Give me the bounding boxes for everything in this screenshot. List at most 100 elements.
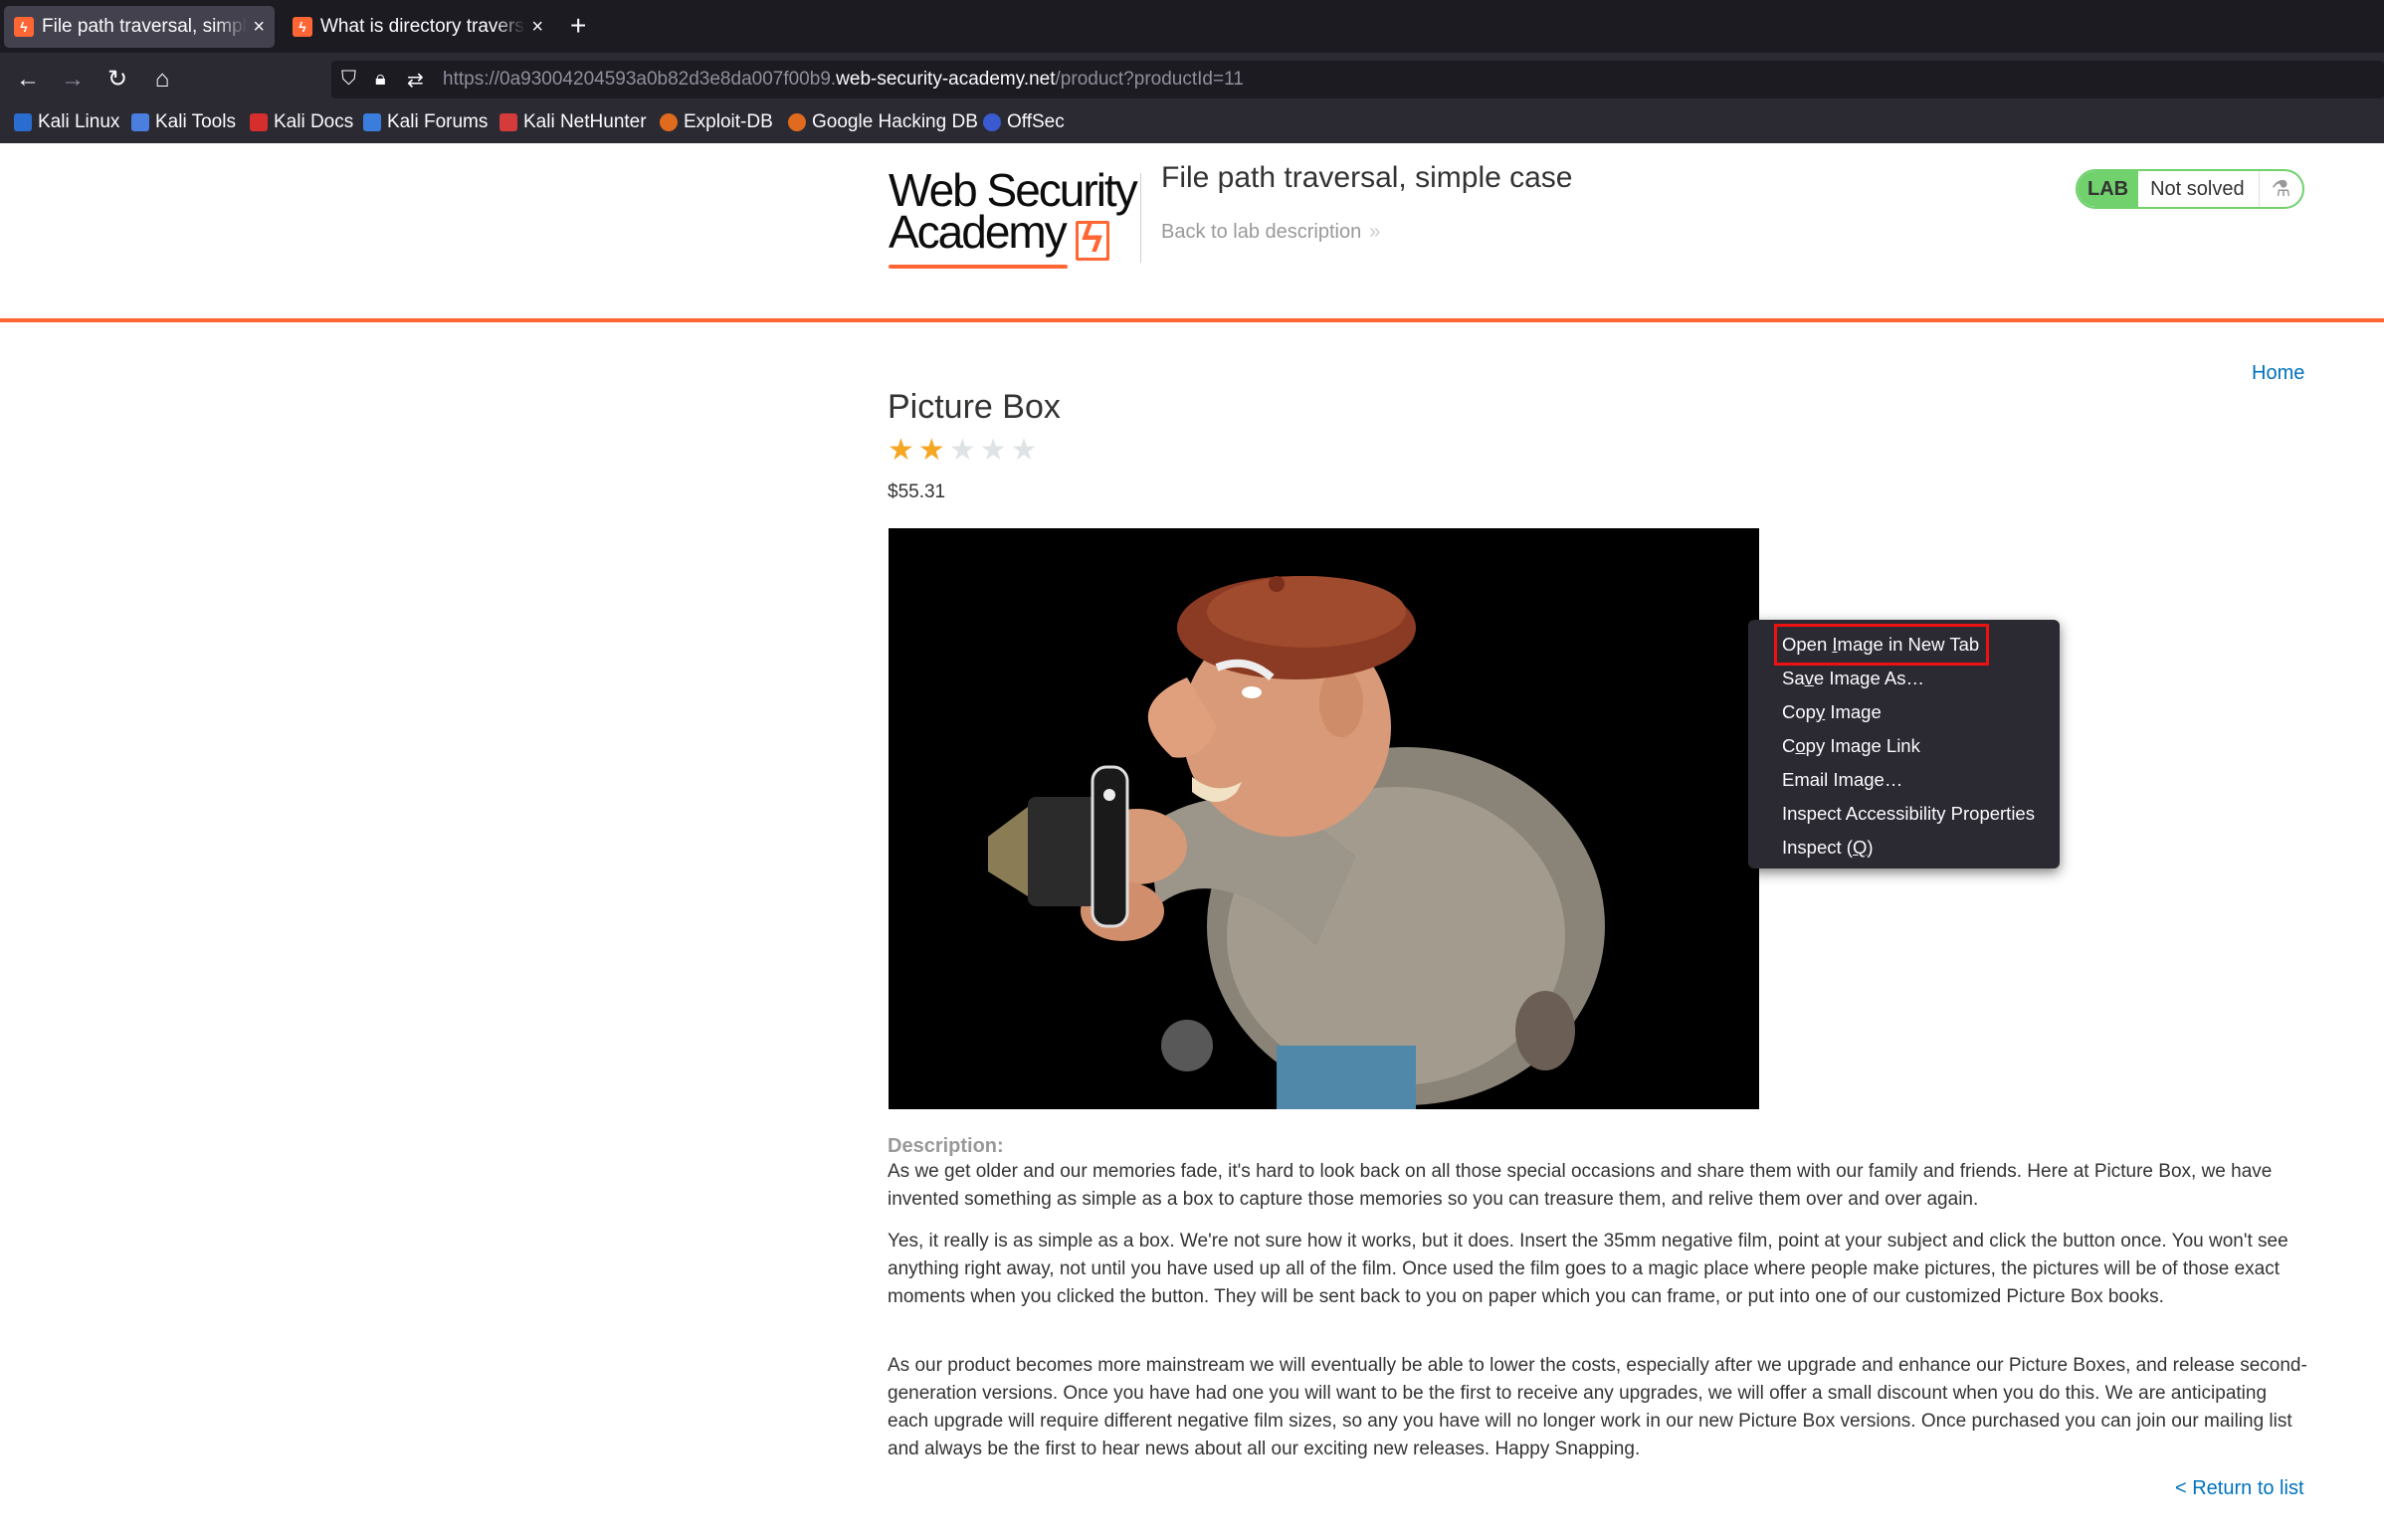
bookmark-exploit-db[interactable]: Exploit-DB [660, 111, 773, 133]
menu-item-text: Image [1825, 701, 1882, 722]
bookmark-label: Exploit-DB [684, 111, 773, 132]
offsec-icon [983, 113, 1001, 131]
menu-item-accesskey: Q [1852, 837, 1868, 858]
browser-nav-bar: ← → ↻ ⌂ ⛉ 🔒︎ ⇄ https://0a93004204593a0b8… [0, 53, 2384, 105]
url-path: /product?productId=11 [1055, 69, 1244, 90]
star-filled-icon: ★ [888, 434, 914, 467]
shield-icon[interactable]: ⛉ [341, 68, 356, 91]
close-tab-icon[interactable]: × [253, 16, 265, 39]
return-to-list-link[interactable]: < Return to list [2175, 1477, 2304, 1500]
nethunter-icon [499, 113, 517, 131]
bookmark-kali-linux[interactable]: Kali Linux [14, 111, 119, 133]
image-context-menu: Open Image in New Tab Save Image As… Copy … [1748, 620, 2060, 868]
menu-item-text: e Image As… [1813, 668, 1924, 688]
ghdb-icon [788, 113, 806, 131]
bookmark-label: OffSec [1007, 111, 1065, 132]
kali-tools-icon [131, 113, 149, 131]
logo-swoosh [889, 265, 1068, 269]
tab-title: What is directory traversal? [320, 16, 525, 37]
close-tab-icon[interactable]: × [531, 16, 543, 39]
menu-item-text: Inspect ( [1782, 837, 1853, 858]
menu-item-text: py Image Link [1805, 735, 1920, 756]
star-rating: ★ ★ ★ ★ ★ [888, 436, 1038, 466]
context-menu-item[interactable]: Copy Image Link [1748, 729, 2060, 763]
context-menu-item[interactable]: Inspect Accessibility Properties [1748, 797, 2060, 831]
back-arrow-icon[interactable]: ← [11, 63, 45, 96]
kali-forums-icon [363, 113, 381, 131]
bookmark-google-hacking-db[interactable]: Google Hacking DB [788, 111, 978, 133]
product-title: Picture Box [888, 388, 1061, 426]
forward-arrow-icon[interactable]: → [56, 63, 90, 96]
lab-badge: LAB [2078, 171, 2139, 207]
bookmark-kali-forums[interactable]: Kali Forums [363, 111, 488, 133]
description-paragraph: As we get older and our memories fade, i… [888, 1161, 2273, 1210]
description-paragraph: Yes, it really is as simple as a box. We… [888, 1231, 2288, 1307]
menu-item-accesskey: y [1815, 701, 1826, 722]
bookmark-kali-tools[interactable]: Kali Tools [131, 111, 236, 133]
menu-item-text: C [1782, 735, 1796, 756]
exploit-db-icon [660, 113, 678, 131]
bookmark-label: Kali NetHunter [523, 111, 647, 132]
browser-tab-bar: ϟ File path traversal, simple case × ϟ W… [0, 0, 2384, 53]
lock-icon[interactable]: 🔒︎ [375, 68, 386, 91]
tab-title: File path traversal, simple case [42, 16, 247, 37]
lab-status-text: Not solved [2150, 178, 2245, 200]
home-link[interactable]: Home [2252, 362, 2304, 385]
photographer-figurine-image [889, 528, 1759, 1109]
permissions-icon[interactable]: ⇄ [407, 68, 424, 93]
context-menu-item[interactable]: Copy Image [1748, 695, 2060, 729]
menu-item-accesskey: v [1804, 668, 1814, 688]
bookmark-kali-nethunter[interactable]: Kali NetHunter [499, 111, 647, 133]
bookmark-label: Kali Forums [387, 111, 489, 132]
double-chevron-right-icon: » [1369, 221, 1381, 243]
product-price: $55.31 [888, 481, 946, 502]
menu-item-accesskey: o [1795, 735, 1806, 756]
url-prefix: https://0a93004204593a0b82d3e8da007f00b9… [443, 69, 837, 90]
tab-file-path-traversal[interactable]: ϟ File path traversal, simple case × [4, 6, 275, 48]
new-tab-button[interactable]: + [570, 12, 586, 40]
star-empty-icon: ★ [1010, 434, 1038, 467]
bookmark-label: Kali Docs [274, 111, 354, 132]
context-menu-item[interactable]: Inspect (Q) [1748, 831, 2060, 865]
url-host: web-security-academy.net [836, 69, 1056, 90]
context-menu-item[interactable]: Save Image As… [1748, 662, 2060, 695]
back-link-label: Back to lab description [1161, 221, 1362, 243]
reload-icon[interactable]: ↻ [100, 63, 134, 96]
kali-dragon-icon [14, 113, 32, 131]
url-text[interactable]: https://0a93004204593a0b82d3e8da007f00b9… [443, 69, 1244, 91]
logo-bolt-icon: ϟ [1082, 217, 1103, 261]
star-empty-icon: ★ [948, 434, 976, 467]
flask-icon: ⚗ [2259, 171, 2302, 207]
bookmark-offsec[interactable]: OffSec [983, 111, 1065, 133]
lab-title: File path traversal, simple case [1161, 161, 1573, 194]
menu-item-text: Inspect Accessibility Properties [1782, 803, 2035, 824]
menu-item-text: Sa [1782, 668, 1805, 688]
header-divider [1140, 173, 1141, 263]
bookmarks-toolbar: Kali Linux Kali Tools Kali Docs Kali For… [0, 105, 2384, 143]
back-to-lab-description-link[interactable]: Back to lab description » [1161, 221, 1380, 244]
menu-item-text: Cop [1782, 701, 1816, 722]
portswigger-favicon-icon: ϟ [293, 17, 312, 37]
star-filled-icon: ★ [917, 434, 945, 467]
bookmark-label: Google Hacking DB [812, 111, 978, 132]
description-paragraph: As our product becomes more mainstream w… [888, 1355, 2307, 1459]
star-empty-icon: ★ [979, 434, 1007, 467]
red-highlight-box [1774, 624, 1989, 666]
tab-directory-traversal[interactable]: ϟ What is directory traversal? × [283, 6, 553, 48]
menu-item-text: ) [1867, 837, 1874, 858]
url-bar[interactable]: ⛉ 🔒︎ ⇄ https://0a93004204593a0b82d3e8da0… [331, 61, 2384, 98]
description-label: Description: [888, 1135, 1004, 1157]
bookmark-label: Kali Linux [38, 111, 120, 132]
logo-line-2: Academy [889, 206, 1068, 258]
web-security-academy-logo[interactable]: Web Security Academy ϟ [889, 167, 1138, 269]
lab-status-widget: LAB Not solved ⚗ [2076, 169, 2304, 209]
portswigger-favicon-icon: ϟ [14, 17, 34, 37]
product-image[interactable] [889, 528, 1759, 1109]
kali-docs-icon [250, 113, 268, 131]
context-menu-item[interactable]: Email Image… [1748, 763, 2060, 797]
home-icon[interactable]: ⌂ [145, 63, 179, 96]
lab-header: Web Security Academy ϟ File path travers… [0, 143, 2384, 322]
bookmark-label: Kali Tools [155, 111, 236, 132]
bookmark-kali-docs[interactable]: Kali Docs [250, 111, 353, 133]
menu-item-text: Email Image… [1782, 769, 1903, 790]
